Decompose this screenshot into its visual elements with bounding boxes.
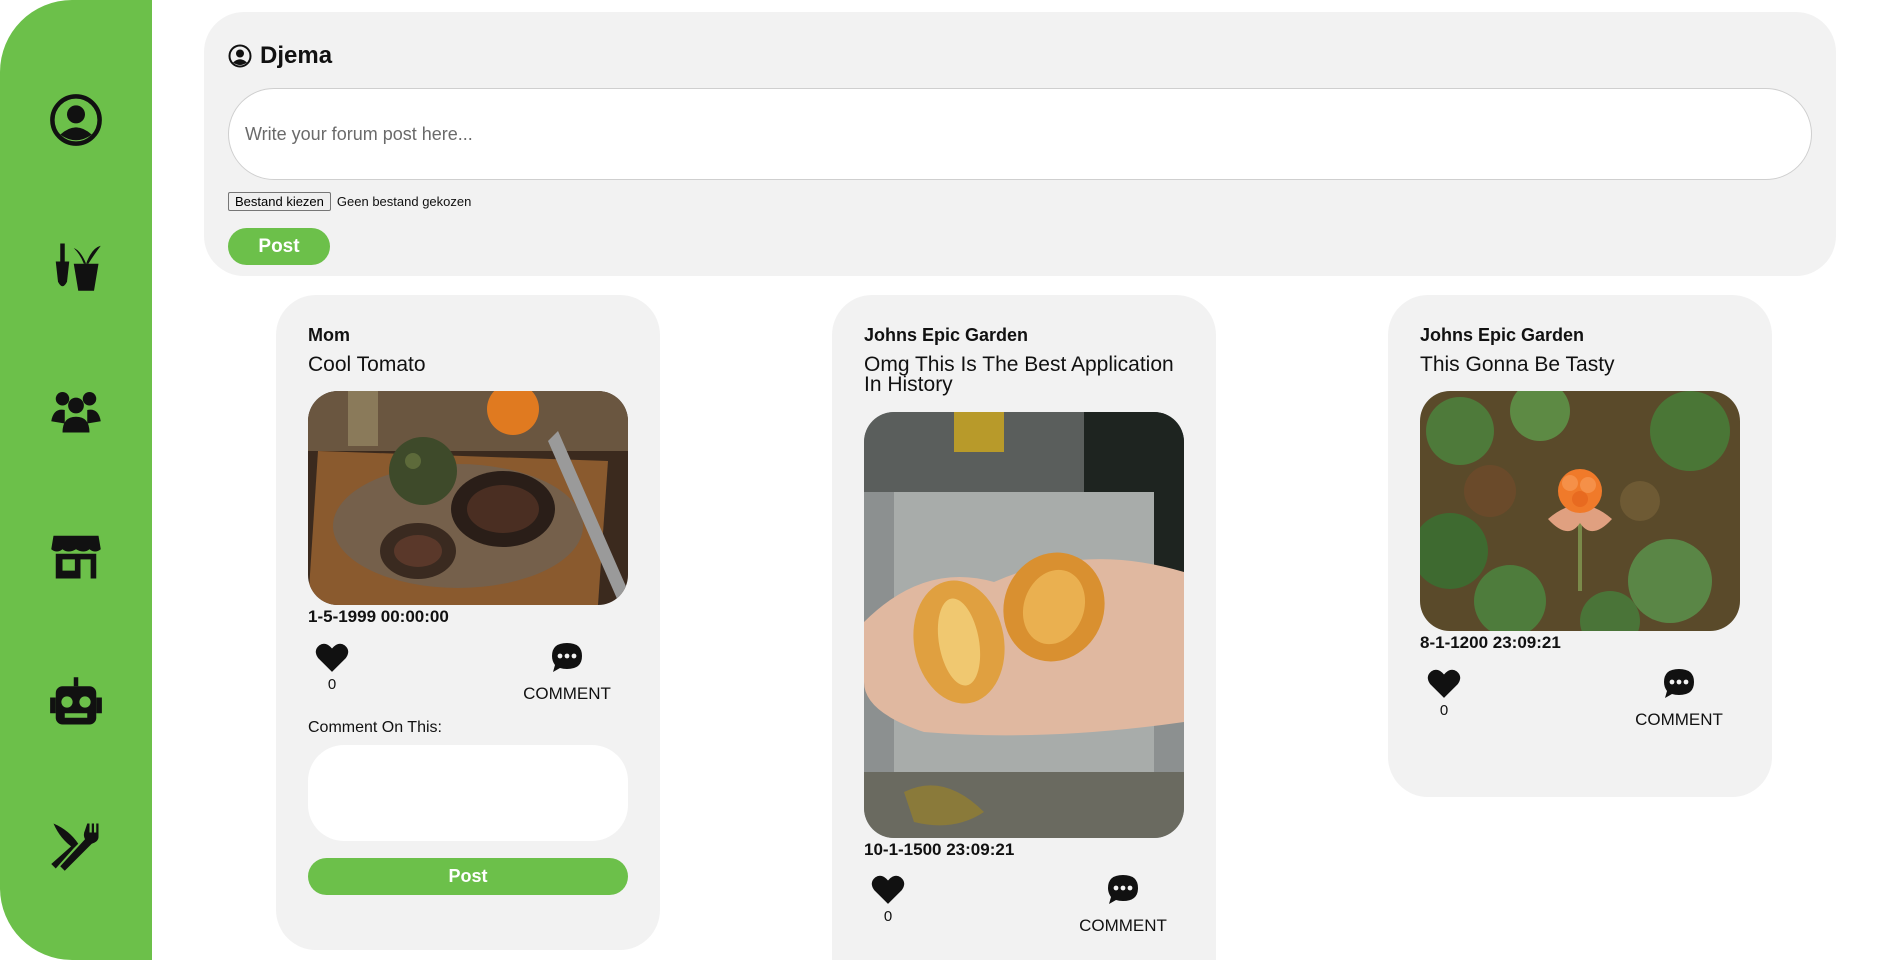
- tomato-photo: [308, 391, 628, 605]
- heart-icon: [871, 875, 905, 904]
- post-image: [1420, 391, 1740, 631]
- post-card: Johns Epic Garden Omg This Is The Best A…: [832, 295, 1216, 960]
- nav-robot[interactable]: [46, 672, 106, 732]
- post-button[interactable]: Post: [228, 228, 330, 265]
- comment-input[interactable]: [308, 745, 628, 841]
- comment-button[interactable]: COMMENT: [1078, 873, 1168, 936]
- robot-icon: [50, 677, 102, 725]
- post-card: Johns Epic Garden This Gonna Be Tasty 8-…: [1388, 295, 1772, 797]
- nav-garden[interactable]: [46, 236, 106, 296]
- profile-icon: [50, 94, 102, 146]
- comment-button[interactable]: COMMENT: [1634, 667, 1724, 730]
- like-count: 0: [1439, 702, 1449, 719]
- utensils-icon: [51, 823, 99, 871]
- post-image: [308, 391, 628, 605]
- composer-header: Djema: [228, 42, 332, 70]
- store-icon: [51, 535, 101, 579]
- file-status: Geen bestand gekozen: [336, 194, 472, 209]
- comment-button[interactable]: COMMENT: [522, 641, 612, 704]
- sidebar: [0, 0, 152, 960]
- comment-icon: [1108, 875, 1138, 904]
- nav-community[interactable]: [46, 380, 106, 440]
- nav-recipes[interactable]: [46, 816, 106, 876]
- choose-file-button[interactable]: Bestand kiezen: [228, 192, 331, 211]
- post-date: 1-5-1999 00:00:00: [308, 607, 449, 626]
- garden-tools-icon: [55, 243, 101, 291]
- heart-icon: [1427, 669, 1461, 698]
- comment-label: COMMENT: [1635, 710, 1723, 729]
- post-input[interactable]: [228, 88, 1812, 180]
- post-title: Cool Tomato: [308, 353, 426, 376]
- post-title: This Gonna Be Tasty: [1420, 353, 1615, 376]
- file-picker: Bestand kiezen Geen bestand gekozen: [228, 192, 471, 211]
- like-count: 0: [327, 676, 337, 693]
- fruit-in-hand-photo: [864, 412, 1184, 838]
- post-image: [864, 412, 1184, 838]
- post-author: Mom: [308, 325, 350, 345]
- like-button[interactable]: 0: [870, 873, 906, 925]
- comment-label: COMMENT: [1079, 916, 1167, 935]
- like-count: 0: [883, 908, 893, 925]
- post-date: 8-1-1200 23:09:21: [1420, 633, 1561, 652]
- post-date: 10-1-1500 23:09:21: [864, 840, 1015, 859]
- like-button[interactable]: 0: [314, 641, 350, 693]
- post-composer: Djema Bestand kiezen Geen bestand gekoze…: [204, 12, 1836, 276]
- comment-prompt: Comment On This:: [308, 719, 442, 736]
- comment-post-button[interactable]: Post: [308, 858, 628, 895]
- comment-icon: [1664, 669, 1694, 698]
- post-card: Mom Cool Tomato 1-5-1999 00:00:00 0 COMM…: [276, 295, 660, 950]
- heart-icon: [315, 643, 349, 672]
- cloudberry-photo: [1420, 391, 1740, 631]
- comment-icon: [552, 643, 582, 672]
- community-icon: [51, 392, 101, 433]
- user-circle-icon: [228, 44, 252, 68]
- nav-profile[interactable]: [46, 90, 106, 150]
- nav-store[interactable]: [46, 526, 106, 586]
- comment-label: COMMENT: [523, 684, 611, 703]
- like-button[interactable]: 0: [1426, 667, 1462, 719]
- post-title: Omg This Is The Best Application In Hist…: [864, 353, 1174, 396]
- post-author: Johns Epic Garden: [864, 325, 1029, 345]
- post-author: Johns Epic Garden: [1420, 325, 1585, 345]
- composer-username: Djema: [260, 42, 333, 69]
